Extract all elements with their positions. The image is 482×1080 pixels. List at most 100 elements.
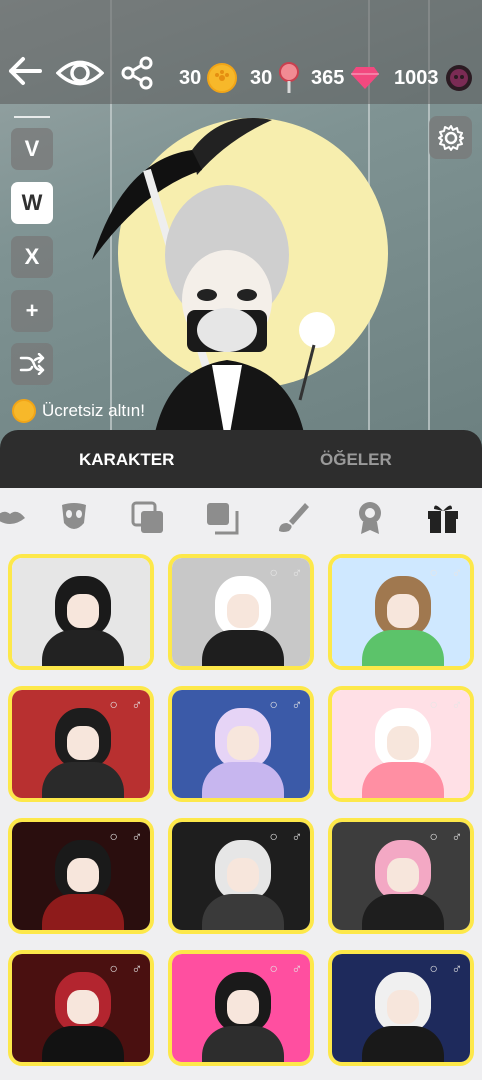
shuffle-button[interactable] <box>11 343 53 385</box>
character-outfit <box>42 1026 124 1062</box>
category-frames[interactable] <box>202 498 242 538</box>
radio-icon: ○ <box>269 828 278 844</box>
share-button[interactable] <box>120 56 154 90</box>
male-icon: ♂ <box>291 960 303 976</box>
radio-icon: ○ <box>429 960 438 976</box>
character-thumbnail <box>332 558 470 666</box>
free-gold-label: Ücretsiz altın! <box>42 401 145 420</box>
character-face <box>387 594 419 628</box>
tab-character[interactable]: KARAKTER <box>79 450 174 470</box>
slot-x-button[interactable]: X <box>11 236 53 278</box>
character-card[interactable]: ○ ♂ <box>328 818 474 934</box>
layers-icon <box>131 501 163 533</box>
character-thumbnail <box>12 954 150 1062</box>
mask-icon <box>62 503 86 529</box>
eye-icon <box>56 60 104 86</box>
character-face <box>67 594 99 628</box>
character-thumbnail <box>332 954 470 1062</box>
lollipop-counter[interactable]: 30 <box>250 62 300 94</box>
gem-icon <box>351 67 380 89</box>
male-icon: ♂ <box>291 696 303 712</box>
gold-counter[interactable]: 30 <box>179 62 238 94</box>
male-icon: ♂ <box>131 564 143 580</box>
gold-coin-icon <box>12 399 36 423</box>
character-preview: 30 30 365 1003 V W X + Ücretsiz altın! <box>0 0 482 450</box>
character-face <box>387 990 419 1024</box>
shuffle-icon <box>19 353 45 375</box>
back-arrow-icon <box>9 57 42 85</box>
character-card[interactable]: ○ ♂ <box>8 686 154 802</box>
character-face <box>67 858 99 892</box>
skull-coin-value: 1003 <box>394 66 439 89</box>
radio-icon: ○ <box>429 828 438 844</box>
character-face <box>387 858 419 892</box>
character-thumbnail <box>172 558 310 666</box>
character-card[interactable]: ○ ♂ <box>168 950 314 1066</box>
character-outfit <box>42 894 124 930</box>
slot-label: V <box>24 136 40 161</box>
gem-value: 365 <box>311 66 345 89</box>
character-card[interactable]: ○ ♂ <box>328 554 474 670</box>
radio-icon: ○ <box>109 564 118 580</box>
character-outfit <box>362 762 444 798</box>
radio-icon: ○ <box>269 960 278 976</box>
gem-counter[interactable]: 365 <box>311 62 380 94</box>
character-outfit <box>42 630 124 666</box>
skull-coin-counter[interactable]: 1003 <box>394 62 473 94</box>
radio-icon: ○ <box>109 696 118 712</box>
character-thumbnail <box>332 690 470 798</box>
paintbrush-icon <box>279 503 309 532</box>
slot-label: + <box>25 298 39 323</box>
slot-w-button[interactable]: W <box>11 182 53 224</box>
character-card[interactable]: ○ ♂ <box>168 554 314 670</box>
character-face <box>67 990 99 1024</box>
add-slot-button[interactable]: + <box>11 290 53 332</box>
character-card[interactable]: ○ ♂ <box>168 686 314 802</box>
slot-label: W <box>21 190 43 215</box>
character-card[interactable]: ○ ♂ <box>8 818 154 934</box>
category-gifts[interactable] <box>423 498 463 538</box>
category-masks[interactable] <box>54 498 94 538</box>
share-icon <box>121 56 153 90</box>
category-lips[interactable] <box>0 498 30 538</box>
character-card[interactable]: ○ ♂ <box>328 950 474 1066</box>
character-card[interactable]: ○ ♂ <box>8 950 154 1066</box>
male-icon: ♂ <box>451 564 463 580</box>
character-outfit <box>362 1026 444 1062</box>
category-paint[interactable] <box>272 498 312 538</box>
character-outfit <box>362 630 444 666</box>
settings-button[interactable] <box>429 116 472 159</box>
tab-items[interactable]: ÖĞELER <box>320 450 392 470</box>
male-icon: ♂ <box>291 564 303 580</box>
free-gold-button[interactable]: Ücretsiz altın! <box>12 398 145 424</box>
tab-bar: KARAKTER ÖĞELER <box>0 430 482 488</box>
lollipop-value: 30 <box>250 66 273 89</box>
character-face <box>227 858 259 892</box>
character-thumbnail <box>12 822 150 930</box>
category-bar <box>0 488 482 546</box>
character-card[interactable]: ○ ♂ <box>168 818 314 934</box>
character-thumbnail <box>172 954 310 1062</box>
category-overlays[interactable] <box>128 498 168 538</box>
character-outfit <box>42 762 124 798</box>
slot-v-button[interactable]: V <box>11 128 53 170</box>
character-face <box>227 594 259 628</box>
back-button[interactable] <box>8 56 42 86</box>
award-icon <box>359 502 381 534</box>
character-card[interactable]: ○ ♂ <box>8 554 154 670</box>
character-card[interactable]: ○ ♂ <box>328 686 474 802</box>
character-grid: ○ ♂ ○ ♂ ○ ♂ ○ ♂ ○ ♂ ○ ♂ ○ ♂ ○ ♂ ○ ♂ ○ ♂ ○ ♂ ○ ♂ <box>0 548 482 1080</box>
skull-coin-icon <box>445 65 472 91</box>
lips-icon <box>0 511 25 524</box>
character-outfit <box>202 894 284 930</box>
male-icon: ♂ <box>131 696 143 712</box>
radio-icon: ○ <box>429 564 438 580</box>
radio-icon: ○ <box>269 696 278 712</box>
category-awards[interactable] <box>350 498 390 538</box>
gift-icon <box>428 505 458 533</box>
layers-alt-icon <box>207 503 239 535</box>
character-face <box>227 990 259 1024</box>
character-outfit <box>362 894 444 930</box>
preview-toggle-button[interactable] <box>56 56 104 90</box>
character-outfit <box>202 630 284 666</box>
